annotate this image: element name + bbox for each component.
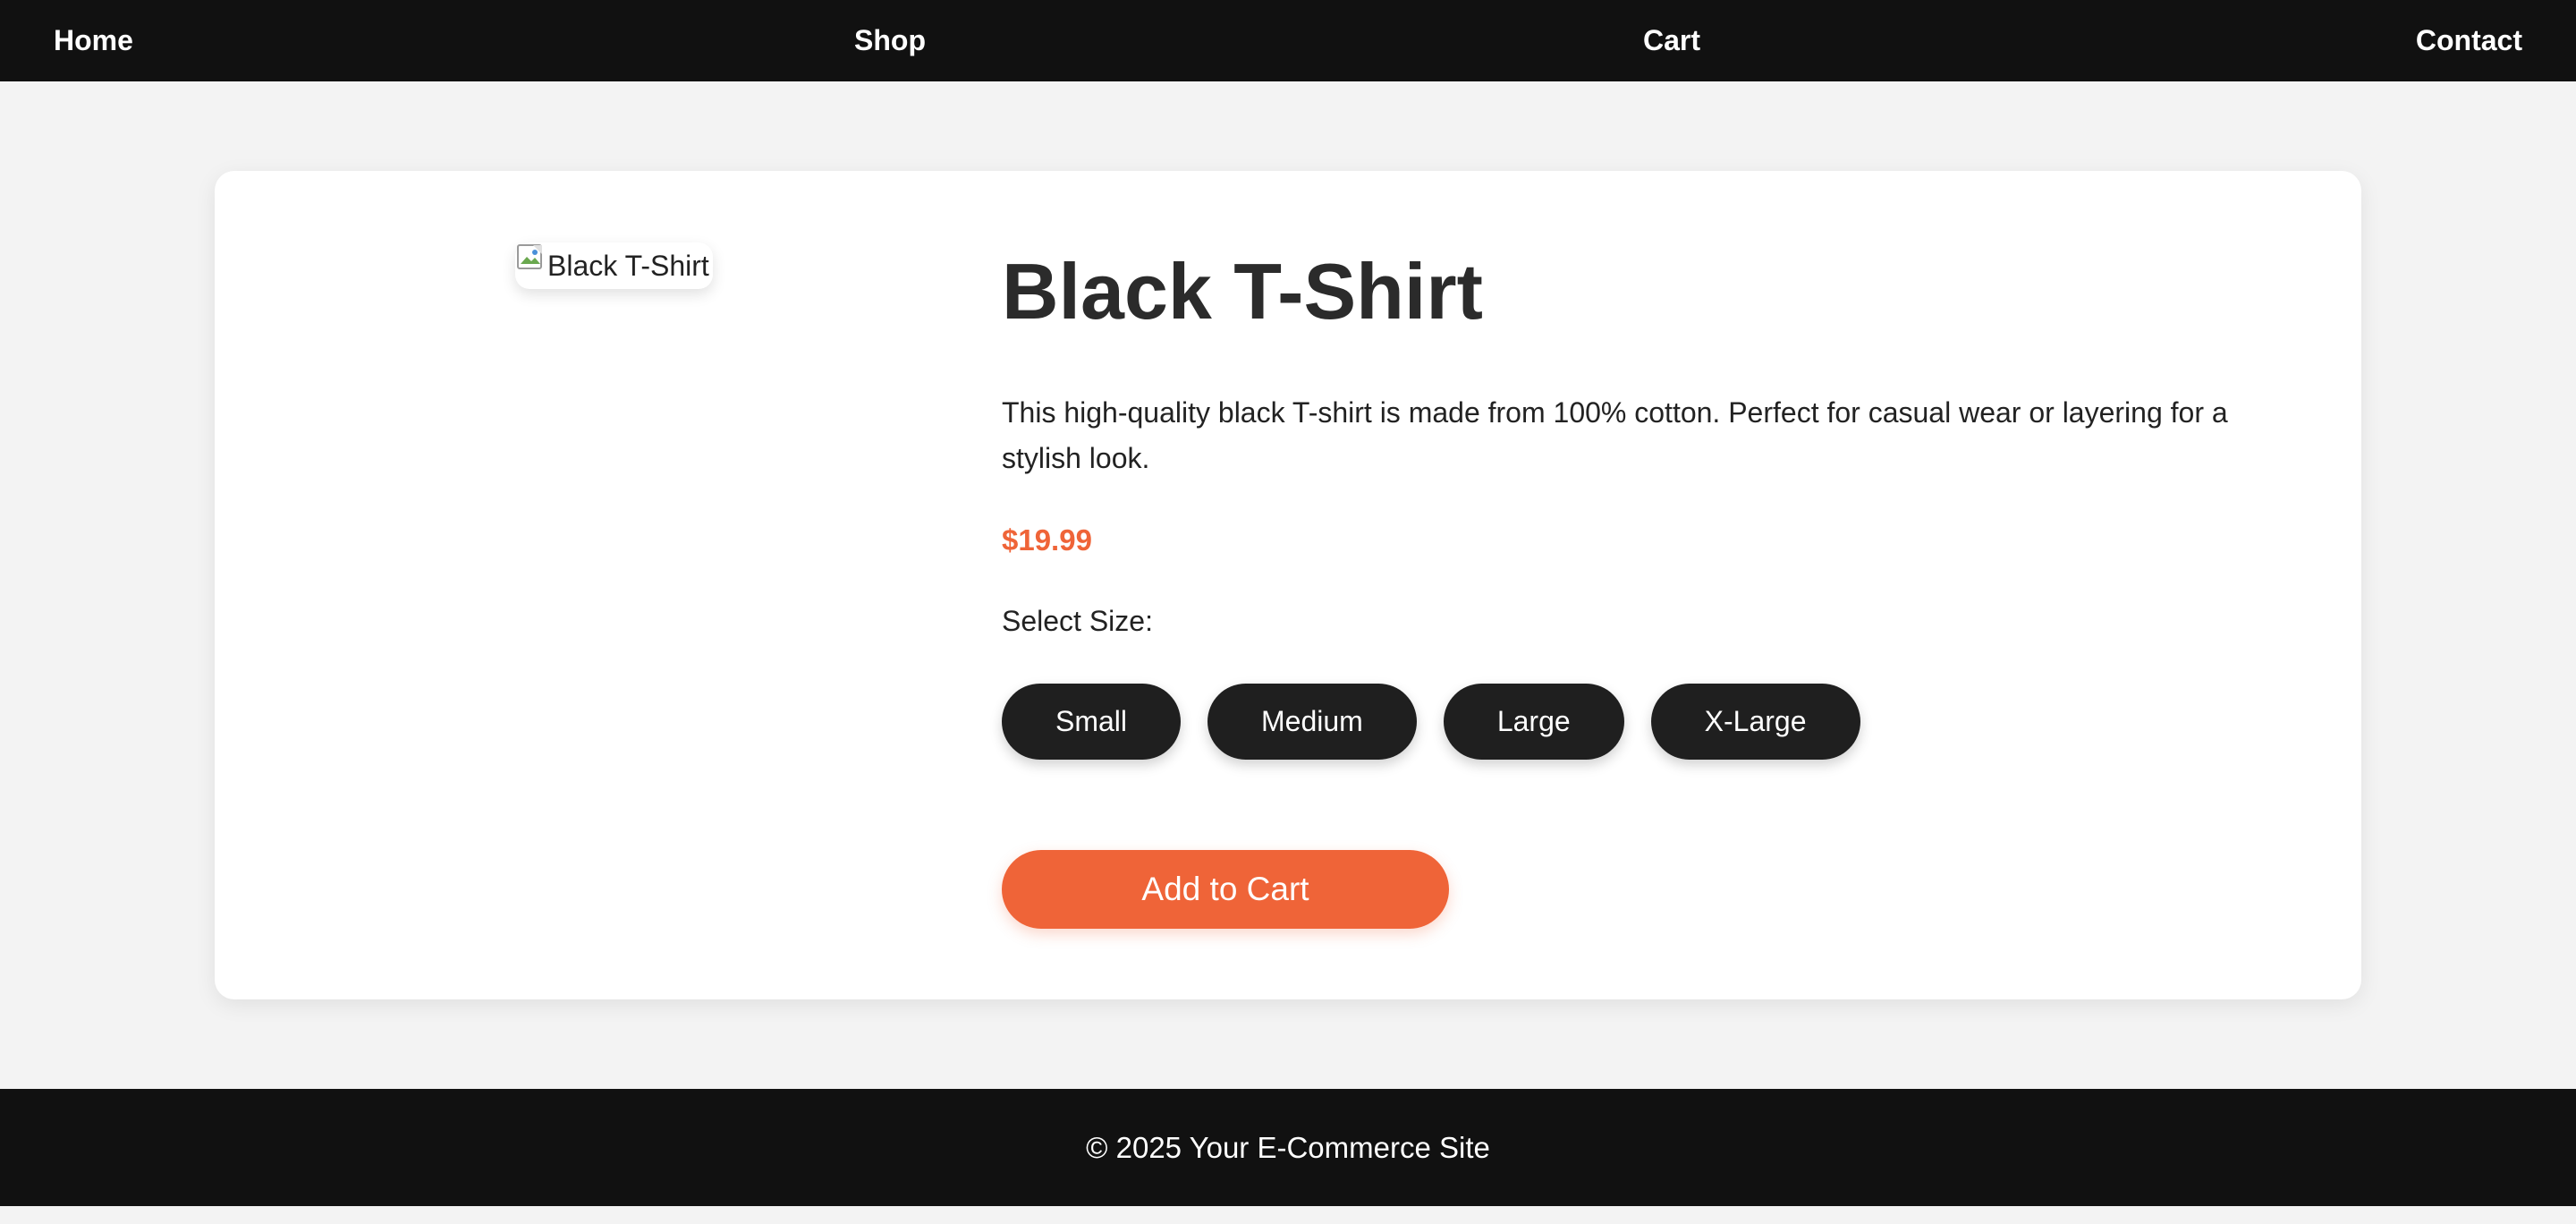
product-card: Black T-Shirt Black T-Shirt This high-qu… — [215, 171, 2361, 999]
add-to-cart-button[interactable]: Add to Cart — [1002, 850, 1449, 929]
size-button-small[interactable]: Small — [1002, 684, 1182, 760]
footer: © 2025 Your E-Commerce Site — [0, 1089, 2576, 1206]
size-button-medium[interactable]: Medium — [1208, 684, 1417, 760]
size-button-x-large[interactable]: X-Large — [1650, 684, 1860, 760]
size-label: Select Size: — [1002, 605, 1153, 637]
product-image: Black T-Shirt — [515, 242, 713, 289]
product-title: Black T-Shirt — [1002, 247, 1483, 336]
nav-link-cart[interactable]: Cart — [1643, 0, 1700, 81]
nav-link-contact[interactable]: Contact — [2416, 0, 2522, 81]
broken-image-icon — [517, 244, 542, 269]
nav-link-shop[interactable]: Shop — [854, 0, 926, 81]
product-price: $19.99 — [1002, 523, 1092, 557]
product-image-alt-text: Black T-Shirt — [547, 249, 709, 282]
size-button-large[interactable]: Large — [1443, 684, 1624, 760]
size-options: Small Medium Large X-Large — [1002, 684, 1860, 760]
footer-copyright: © 2025 Your E-Commerce Site — [1086, 1130, 1490, 1164]
top-navigation: Home Shop Cart Contact — [0, 0, 2576, 81]
product-description: This high-quality black T-shirt is made … — [1002, 396, 2228, 474]
nav-link-home[interactable]: Home — [54, 0, 133, 81]
